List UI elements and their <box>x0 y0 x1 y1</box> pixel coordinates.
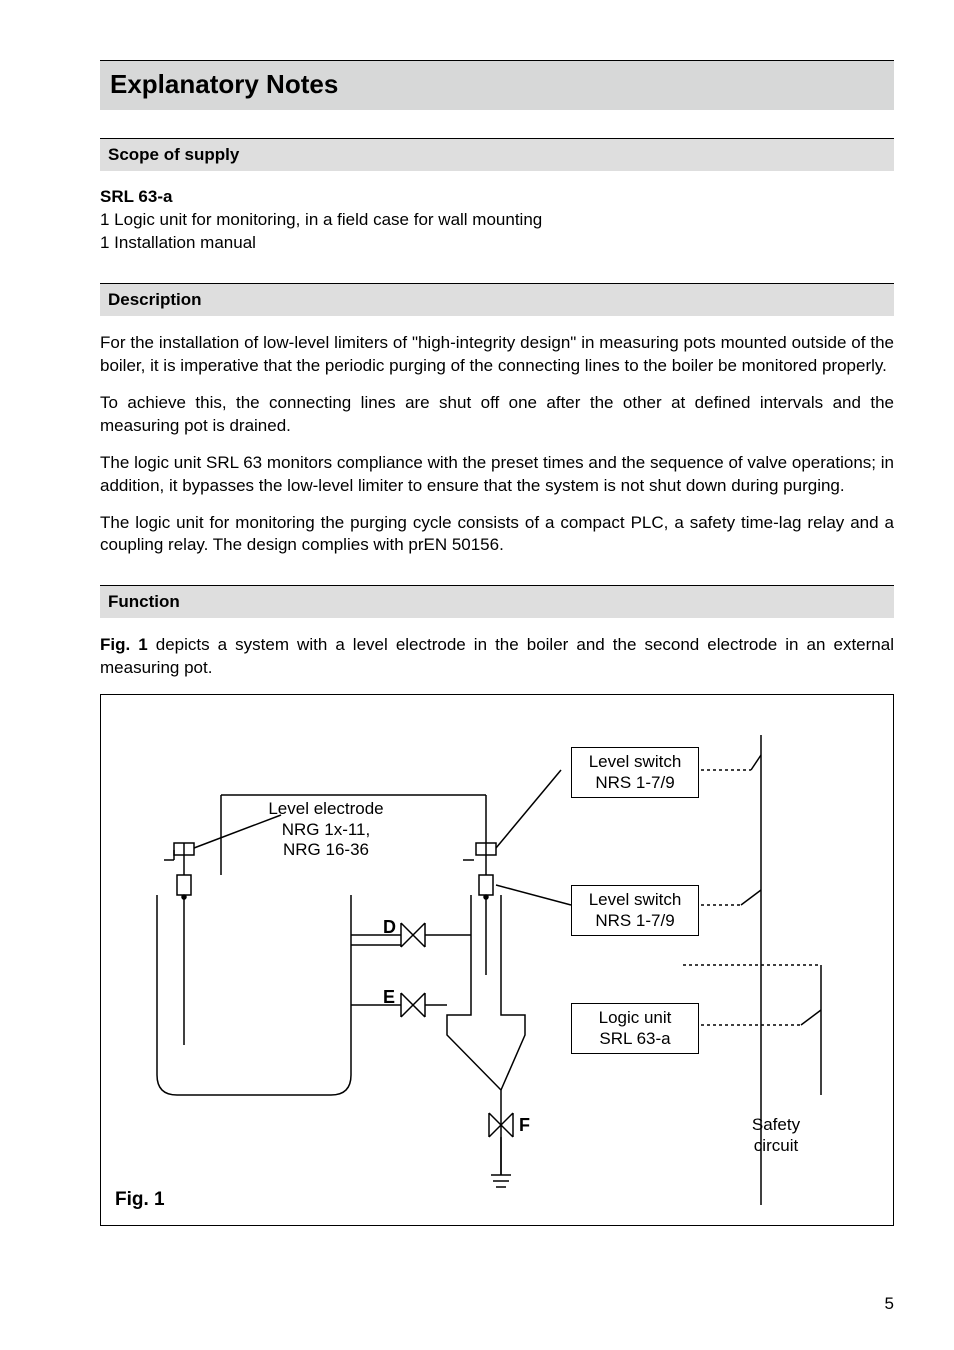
scope-item-2: 1 Installation manual <box>100 232 894 255</box>
label-level-switch-top: Level switchNRS 1-7/9 <box>571 747 699 798</box>
description-para-4: The logic unit for monitoring the purgin… <box>100 512 894 558</box>
label-valve-d: D <box>383 917 396 938</box>
figure-caption: Fig. 1 <box>115 1189 165 1211</box>
description-para-3: The logic unit SRL 63 monitors complianc… <box>100 452 894 498</box>
description-heading: Description <box>100 283 894 316</box>
scope-product: SRL 63-a <box>100 187 894 207</box>
function-intro-rest: depicts a system with a level electrode … <box>100 635 894 677</box>
description-para-1: For the installation of low-level limite… <box>100 332 894 378</box>
section-function: Function Fig. 1 depicts a system with a … <box>100 585 894 1226</box>
section-scope: Scope of supply SRL 63-a 1 Logic unit fo… <box>100 138 894 255</box>
figure-1: Level electrodeNRG 1x-11,NRG 16-36 Level… <box>100 694 894 1226</box>
function-heading: Function <box>100 585 894 618</box>
function-intro-figref: Fig. 1 <box>100 635 148 654</box>
scope-item-1: 1 Logic unit for monitoring, in a field … <box>100 209 894 232</box>
label-valve-f: F <box>519 1115 530 1136</box>
label-level-switch-mid: Level switchNRS 1-7/9 <box>571 885 699 936</box>
page-number: 5 <box>885 1294 894 1314</box>
label-safety-circuit: Safetycircuit <box>741 1115 811 1156</box>
description-para-2: To achieve this, the connecting lines ar… <box>100 392 894 438</box>
label-logic-unit: Logic unitSRL 63-a <box>571 1003 699 1054</box>
section-description: Description For the installation of low-… <box>100 283 894 558</box>
page-title: Explanatory Notes <box>100 60 894 110</box>
label-level-electrode: Level electrodeNRG 1x-11,NRG 16-36 <box>251 799 401 860</box>
scope-heading: Scope of supply <box>100 138 894 171</box>
function-intro: Fig. 1 depicts a system with a level ele… <box>100 634 894 680</box>
label-valve-e: E <box>383 987 395 1008</box>
